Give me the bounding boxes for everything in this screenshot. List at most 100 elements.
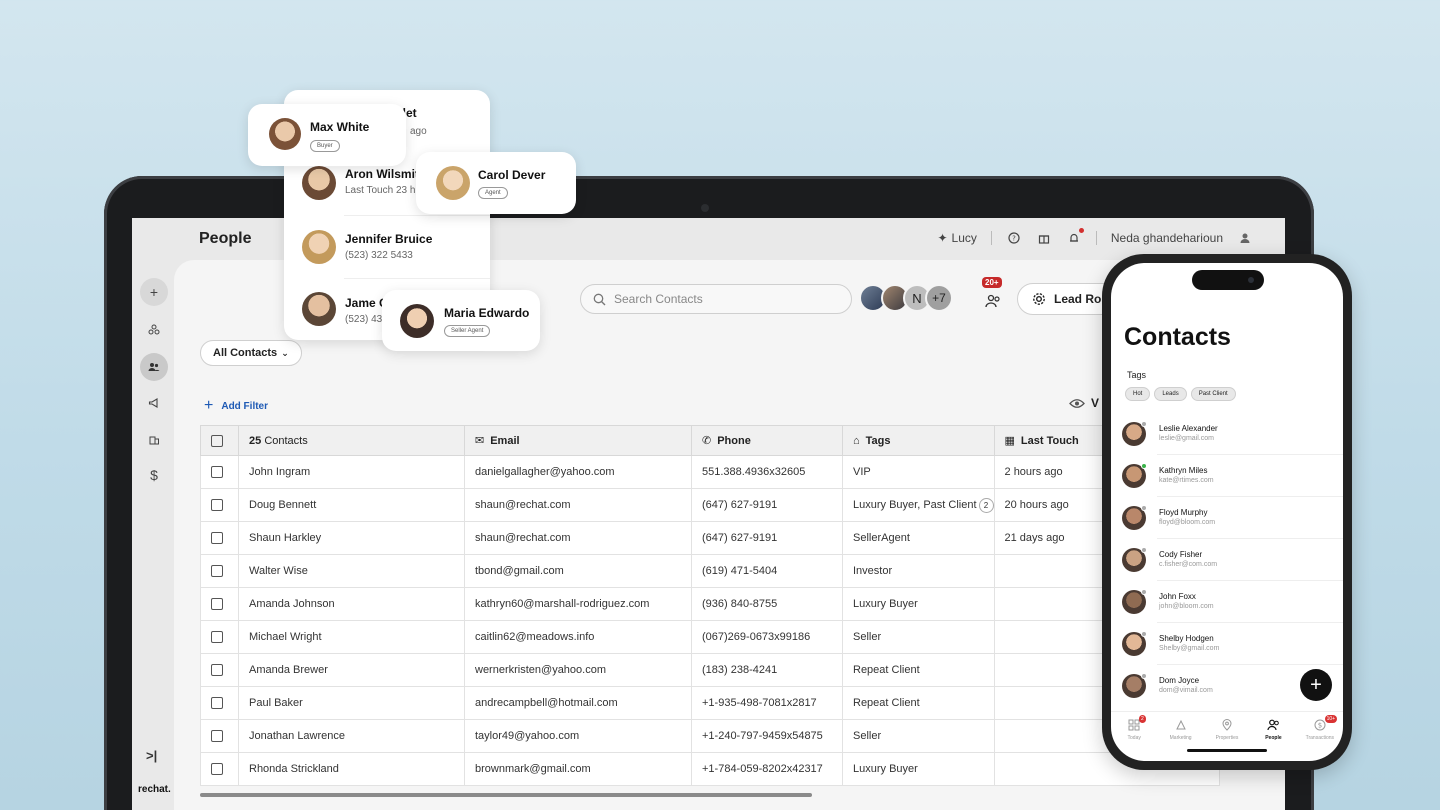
row-checkbox-cell — [200, 587, 239, 621]
list-item[interactable]: Floyd Murphy floyd@bloom.com — [1111, 497, 1343, 539]
row-checkbox[interactable] — [211, 631, 223, 644]
lucy-label: Lucy — [951, 231, 977, 245]
table-row[interactable]: Rhonda Strickland brownmark@gmail.com +1-7… — [200, 752, 1221, 786]
row-checkbox-cell — [200, 455, 239, 489]
add-filter-button[interactable]: + Add Filter — [204, 397, 268, 415]
contact-card-max[interactable]: Max White Buyer — [248, 104, 406, 166]
avatar — [269, 118, 301, 150]
list-item[interactable]: Shelby Hodgen Shelby@gmail.com — [1111, 623, 1343, 665]
tags-cell: Luxury Buyer, Past Client 2 — [842, 488, 995, 522]
expand-sidebar-icon[interactable]: >| — [146, 748, 157, 763]
tag-chip[interactable]: Past Client — [1190, 387, 1236, 401]
phone-cell-text: (936) 840-8755 — [702, 598, 778, 610]
row-checkbox[interactable] — [211, 532, 223, 545]
people-icon[interactable] — [140, 353, 168, 381]
tag-chip[interactable]: Leads — [1154, 387, 1187, 401]
email-header-label: Email — [490, 434, 520, 447]
avatar-more-count[interactable]: +7 — [925, 284, 953, 312]
table-row[interactable]: Walter Wise tbond@gmail.com (619) 471-5404… — [200, 554, 1221, 588]
view-button[interactable]: V — [1069, 396, 1099, 410]
tags-cell-text: SellerAgent — [853, 532, 910, 544]
table-row[interactable]: Doug Bennett shaun@rechat.com (647) 627-91… — [200, 488, 1221, 522]
row-checkbox[interactable] — [211, 466, 223, 479]
tags-cell-text: Investor — [853, 565, 893, 577]
contact-name-cell-text: Rhonda Strickland — [249, 763, 339, 775]
table-row[interactable]: Shaun Harkley shaun@rechat.com (647) 627-9… — [200, 521, 1221, 555]
user-name[interactable]: Neda ghandeharioun — [1111, 231, 1223, 245]
svg-text:?: ? — [1012, 235, 1016, 243]
properties-icon[interactable] — [140, 425, 168, 453]
dynamic-island — [1192, 270, 1264, 290]
tags-cell-text: VIP — [853, 466, 871, 478]
table-row[interactable]: Michael Wright caitlin62@meadows.info (067… — [200, 620, 1221, 654]
lead-routing-label: Lead Rou — [1054, 292, 1109, 306]
list-item[interactable]: Kathryn Miles kate@rtimes.com — [1111, 455, 1343, 497]
phone-cell-text: +1-935-498-7081x2817 — [702, 697, 817, 709]
more-tags-badge[interactable]: 2 — [978, 497, 994, 513]
contact-card-carol[interactable]: Carol Dever Agent — [416, 152, 576, 214]
leads-button[interactable]: 20+ — [982, 277, 1006, 312]
nav-marketing[interactable]: Marketing — [1157, 712, 1203, 761]
header-contacts[interactable]: 25 Contacts — [238, 425, 465, 456]
header-phone[interactable]: ✆ Phone — [691, 425, 843, 456]
leads-badge: 20+ — [982, 277, 1002, 288]
list-item[interactable]: Cody Fisher c.fisher@com.com — [1111, 539, 1343, 581]
tag-chip[interactable]: Hot — [1125, 387, 1151, 401]
row-checkbox[interactable] — [211, 664, 223, 677]
contacts-table: 25 Contacts ✉ Email ✆ Phone ⌂ Tags ▦ Last To… — [200, 425, 1221, 786]
contact-email: dom@vimail.com — [1159, 687, 1213, 694]
email-cell: caitlin62@meadows.info — [464, 620, 692, 654]
table-row[interactable]: Jonathan Lawrence taylor49@yahoo.com +1-24… — [200, 719, 1221, 753]
row-checkbox[interactable] — [211, 565, 223, 578]
lucy-assistant-button[interactable]: ✦ Lucy — [937, 231, 976, 245]
horizontal-scrollbar[interactable] — [200, 793, 812, 797]
megaphone-icon[interactable] — [140, 389, 168, 417]
email-cell-text: kathryn60@marshall-rodriguez.com — [475, 598, 650, 610]
help-icon[interactable]: ? — [1006, 230, 1022, 246]
email-cell-text: brownmark@gmail.com — [475, 763, 591, 775]
nav-people[interactable]: People — [1250, 712, 1296, 761]
row-checkbox[interactable] — [211, 730, 223, 743]
dashboard-icon[interactable] — [140, 316, 168, 344]
row-checkbox[interactable] — [211, 697, 223, 710]
phone-cell: (067)269-0673x99186 — [691, 620, 843, 654]
email-cell: brownmark@gmail.com — [464, 752, 692, 786]
nav-today[interactable]: Today 2 — [1111, 712, 1157, 761]
phone-cell: (647) 627-9191 — [691, 521, 843, 555]
dollar-icon[interactable]: $ — [140, 461, 168, 489]
row-checkbox[interactable] — [211, 499, 223, 512]
all-contacts-dropdown[interactable]: All Contacts ⌄ — [200, 340, 302, 366]
row-checkbox[interactable] — [211, 763, 223, 776]
header-email[interactable]: ✉ Email — [464, 425, 692, 456]
notification-bell-icon[interactable] — [1066, 228, 1084, 246]
add-contact-fab[interactable]: + — [1300, 669, 1332, 701]
phone-cell: 551.388.4936x32605 — [691, 455, 843, 489]
list-item[interactable]: Leslie Alexander leslie@gmail.com — [1111, 413, 1343, 455]
search-input[interactable] — [614, 292, 834, 306]
contact-name-cell: Doug Bennett — [238, 488, 465, 522]
table-row[interactable]: John Ingram danielgallagher@yahoo.com 551.… — [200, 455, 1221, 489]
last-touch-cell-text: 21 days ago — [1004, 532, 1065, 544]
sidebar-add-button[interactable]: + — [140, 278, 168, 306]
table-row[interactable]: Amanda Johnson kathryn60@marshall-rodrigu… — [200, 587, 1221, 621]
tags-cell: VIP — [842, 455, 995, 489]
phone-cell-text: 551.388.4936x32605 — [702, 466, 806, 478]
gift-icon[interactable] — [1036, 230, 1052, 246]
tags-cell-text: Luxury Buyer — [853, 763, 918, 775]
home-indicator — [1187, 749, 1267, 752]
nav-transactions[interactable]: $ Transactions 10+ — [1297, 712, 1343, 761]
table-row[interactable]: Paul Baker andrecampbell@hotmail.com +1-93… — [200, 686, 1221, 720]
table-row[interactable]: Amanda Brewer wernerkristen@yahoo.com (183… — [200, 653, 1221, 687]
select-all-checkbox[interactable] — [211, 434, 223, 447]
row-checkbox[interactable] — [211, 598, 223, 611]
user-avatar-icon[interactable] — [1237, 230, 1253, 246]
tags-cell: Repeat Client — [842, 686, 995, 720]
list-item[interactable]: John Foxx john@bloom.com — [1111, 581, 1343, 623]
search-contacts[interactable] — [580, 284, 852, 314]
header-tags[interactable]: ⌂ Tags — [842, 425, 995, 456]
contact-card-maria[interactable]: Maria Edwardo Seller Agent — [382, 290, 540, 351]
status-dot — [1141, 589, 1147, 595]
nav-properties[interactable]: Properties — [1204, 712, 1250, 761]
email-cell-text: tbond@gmail.com — [475, 565, 564, 577]
team-avatars[interactable]: N +7 — [859, 284, 953, 312]
